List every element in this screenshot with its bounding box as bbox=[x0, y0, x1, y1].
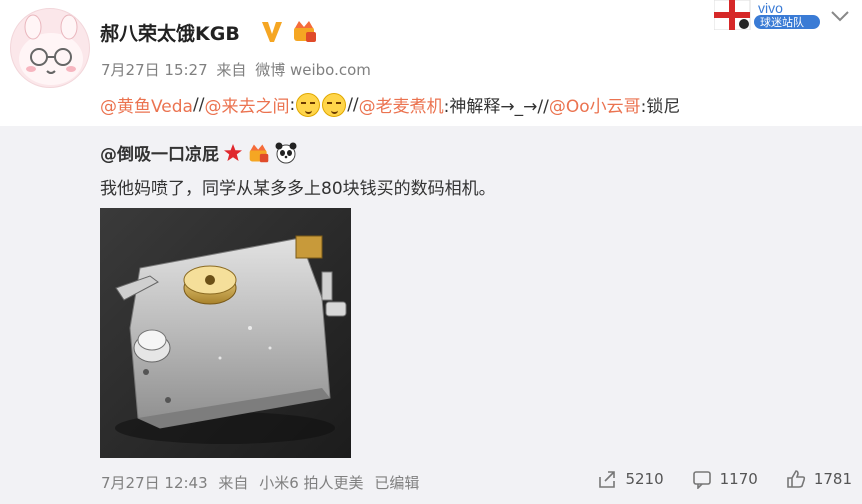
post-header: 郝八荣太饿KGB 7月27日 15:27 来自 微博 weibo.com @黄鱼… bbox=[0, 0, 862, 126]
like-count: 1781 bbox=[813, 470, 852, 488]
sponsor-brand: vivo bbox=[758, 0, 783, 16]
action-bar: 5210 1170 1781 bbox=[569, 469, 852, 489]
quoted-source-prefix: 来自 bbox=[218, 474, 249, 492]
post-source: 微博 weibo.com bbox=[255, 61, 371, 79]
repost-chain: @黄鱼Veda // @来去之间 : // @老麦煮机 :神解释→_→// @O… bbox=[100, 92, 680, 117]
vip-crown-icon bbox=[294, 21, 316, 42]
repost-count: 5210 bbox=[625, 470, 664, 488]
quoted-source: 小米6 拍人更美 bbox=[259, 474, 364, 492]
mention-link[interactable]: @来去之间 bbox=[204, 92, 289, 117]
sponsor-badge[interactable]: vivo 球迷站队 bbox=[714, 0, 822, 30]
quoted-text: 我他妈喷了，同学从某多多上80块钱买的数码相机。 bbox=[100, 179, 496, 199]
red-star-icon bbox=[224, 143, 242, 161]
quoted-meta: 7月27日 12:43 来自 小米6 拍人更美 已编辑 bbox=[101, 472, 425, 493]
door-lock-photo[interactable] bbox=[100, 208, 351, 458]
post-username[interactable]: 郝八荣太饿KGB bbox=[100, 19, 240, 46]
mention-link[interactable]: @Oo小云哥 bbox=[549, 92, 641, 117]
verified-v-icon bbox=[262, 22, 282, 42]
emoji-laugh-icon bbox=[322, 92, 347, 117]
post-footer: 7月27日 12:43 来自 小米6 拍人更美 已编辑 5210 1170 17… bbox=[0, 459, 862, 504]
post-source-prefix: 来自 bbox=[216, 61, 247, 79]
panda-icon bbox=[275, 142, 297, 163]
repost-button[interactable]: 5210 bbox=[597, 469, 664, 489]
mention-link[interactable]: @黄鱼Veda bbox=[100, 92, 193, 117]
quoted-username[interactable]: @倒吸一口凉屁 bbox=[100, 140, 219, 165]
repost-text: :神解释→_→// bbox=[443, 97, 549, 117]
edited-label[interactable]: 已编辑 bbox=[374, 474, 419, 492]
comment-button[interactable]: 1170 bbox=[692, 469, 758, 489]
repost-text: :锁尼 bbox=[640, 97, 681, 117]
comment-count: 1170 bbox=[719, 470, 758, 488]
chevron-down-icon[interactable] bbox=[829, 8, 851, 24]
like-button[interactable]: 1781 bbox=[786, 469, 852, 489]
avatar[interactable] bbox=[10, 8, 90, 88]
quoted-date[interactable]: 7月27日 12:43 bbox=[101, 474, 208, 492]
quoted-post: @倒吸一口凉屁 我他妈喷了，同学从某多多上80块钱买的数码相机。 bbox=[0, 126, 862, 459]
comment-icon bbox=[692, 471, 711, 489]
share-icon bbox=[599, 471, 616, 488]
post-meta: 7月27日 15:27 来自 微博 weibo.com bbox=[101, 59, 375, 80]
repost-separator: : bbox=[289, 94, 296, 115]
quoted-user-row: @倒吸一口凉屁 bbox=[100, 140, 297, 165]
mention-link[interactable]: @老麦煮机 bbox=[359, 92, 444, 117]
repost-separator: // bbox=[192, 94, 205, 115]
post-date[interactable]: 7月27日 15:27 bbox=[101, 61, 208, 79]
emoji-laugh-icon bbox=[296, 92, 321, 117]
sponsor-label: 球迷站队 bbox=[760, 15, 804, 29]
thumbs-up-icon bbox=[787, 470, 805, 488]
vip-crown-icon bbox=[249, 144, 269, 162]
